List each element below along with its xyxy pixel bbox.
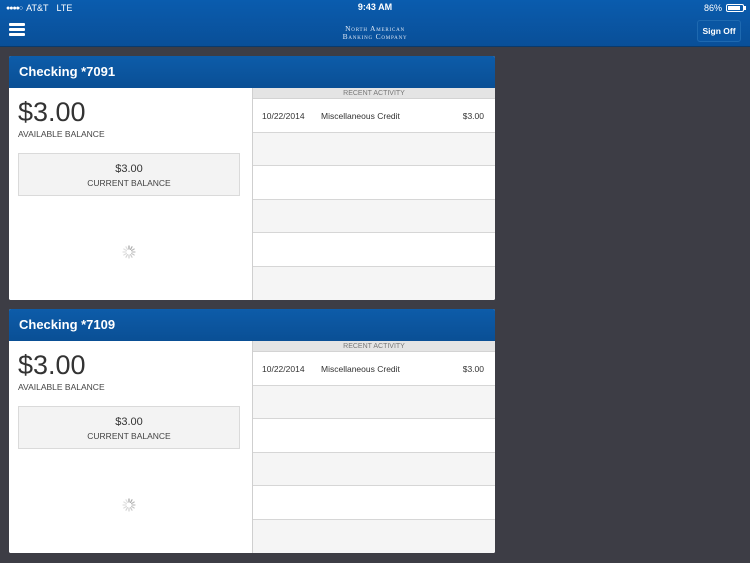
current-balance-box: $3.00 CURRENT BALANCE (18, 406, 240, 449)
available-balance-amount: $3.00 (18, 97, 86, 127)
account-title[interactable]: Checking *7109 (9, 309, 495, 341)
transaction-row[interactable]: 10/22/2014 Miscellaneous Credit $3.00 (253, 352, 495, 386)
transaction-date: 10/22/2014 (262, 364, 305, 374)
current-balance-box: $3.00 CURRENT BALANCE (18, 153, 240, 196)
balance-panel: $3.00 AVAILABLE BALANCE $3.00 CURRENT BA… (9, 88, 252, 300)
transaction-amount: $3.00 (462, 111, 484, 121)
battery-icon (726, 4, 746, 12)
bank-logo: North American Banking Company (0, 25, 750, 41)
empty-transaction-row (253, 385, 495, 419)
empty-transaction-row (253, 452, 495, 486)
recent-activity-panel: RECENT ACTIVITY 10/22/2014 Miscellaneous… (252, 341, 495, 553)
status-bar: ●●●●○ AT&T LTE 9:43 AM 86% (0, 0, 750, 16)
transaction-amount: $3.00 (462, 364, 484, 374)
transaction-date: 10/22/2014 (262, 111, 305, 121)
battery-indicator: 86% (704, 3, 746, 13)
current-balance-label: CURRENT BALANCE (87, 178, 171, 188)
transaction-description: Miscellaneous Credit (321, 111, 400, 121)
empty-transaction-row (253, 486, 495, 520)
empty-transaction-row (253, 199, 495, 233)
current-balance-label: CURRENT BALANCE (87, 431, 171, 441)
empty-transaction-row (253, 519, 495, 553)
transaction-description: Miscellaneous Credit (321, 364, 400, 374)
top-navigation-bar: ●●●●○ AT&T LTE 9:43 AM 86% North America… (0, 0, 750, 47)
sign-off-button[interactable]: Sign Off (697, 20, 741, 42)
balance-panel: $3.00 AVAILABLE BALANCE $3.00 CURRENT BA… (9, 341, 252, 553)
available-balance-amount: $3.00 (18, 350, 86, 380)
battery-percent: 86% (703, 3, 722, 13)
recent-activity-panel: RECENT ACTIVITY 10/22/2014 Miscellaneous… (252, 88, 495, 300)
loading-spinner-icon (122, 245, 136, 259)
account-title[interactable]: Checking *7091 (9, 56, 495, 88)
available-balance-label: AVAILABLE BALANCE (18, 129, 105, 139)
recent-activity-header: RECENT ACTIVITY (253, 341, 495, 352)
current-balance-amount: $3.00 (115, 163, 143, 175)
empty-transaction-row (253, 166, 495, 200)
empty-transaction-row (253, 132, 495, 166)
recent-activity-header: RECENT ACTIVITY (253, 88, 495, 99)
current-balance-amount: $3.00 (115, 416, 143, 428)
available-balance-label: AVAILABLE BALANCE (18, 382, 105, 392)
account-card: Checking *7091 $3.00 AVAILABLE BALANCE $… (9, 56, 495, 300)
empty-transaction-row (253, 419, 495, 453)
loading-spinner-icon (122, 498, 136, 512)
empty-transaction-row (253, 266, 495, 300)
empty-transaction-row (253, 233, 495, 267)
logo-line-2: Banking Company (342, 32, 408, 41)
clock: 9:43 AM (357, 2, 393, 12)
transaction-row[interactable]: 10/22/2014 Miscellaneous Credit $3.00 (253, 99, 495, 133)
account-card: Checking *7109 $3.00 AVAILABLE BALANCE $… (9, 309, 495, 553)
